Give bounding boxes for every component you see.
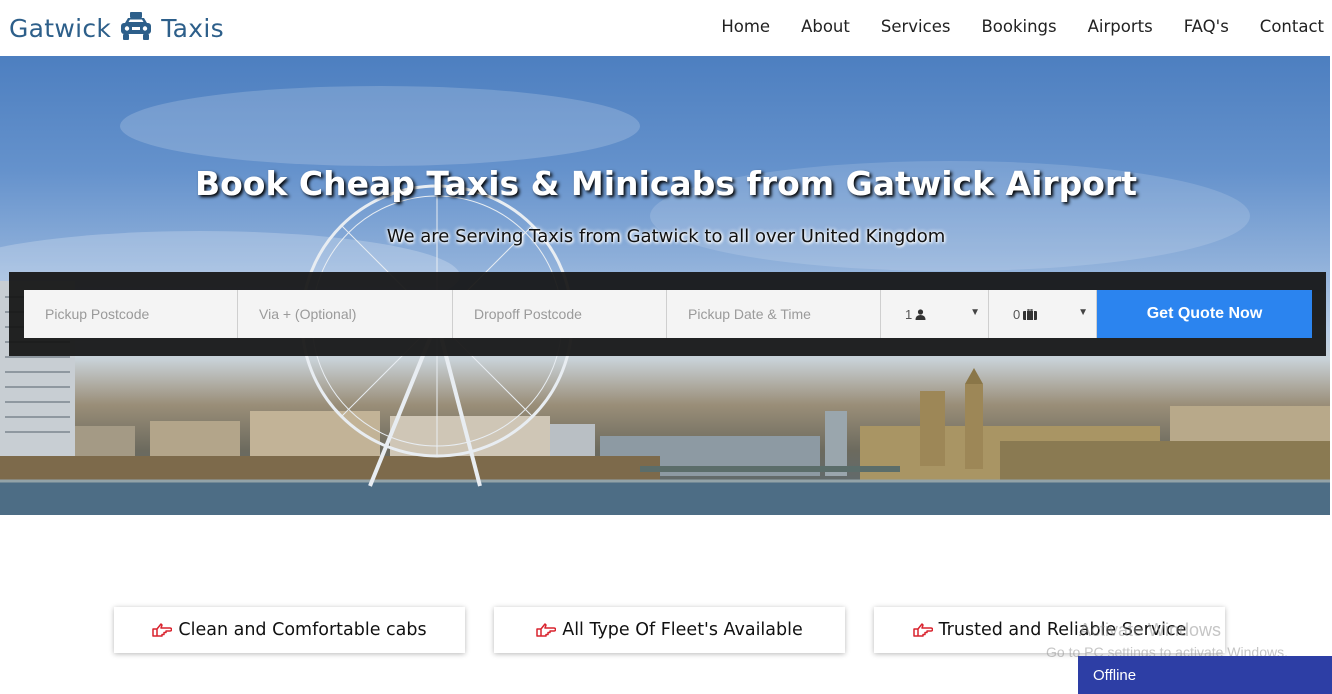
dropoff-postcode-input[interactable] xyxy=(453,290,666,338)
pickup-field-wrap xyxy=(24,290,238,338)
main-nav: Home About Services Bookings Airports FA… xyxy=(690,0,1324,52)
feature-label: Trusted and Reliable Service xyxy=(938,620,1187,640)
nav-bookings[interactable]: Bookings xyxy=(981,17,1056,36)
brand-logo[interactable]: Gatwick Taxis xyxy=(9,8,224,48)
taxi-icon xyxy=(121,12,152,40)
passengers-value: 1 xyxy=(905,306,913,322)
chevron-down-icon: ▼ xyxy=(970,307,980,318)
user-icon xyxy=(915,308,926,320)
chevron-down-icon: ▼ xyxy=(1078,307,1088,318)
brand-name-left: Gatwick xyxy=(9,13,112,43)
feature-label: All Type Of Fleet's Available xyxy=(562,620,803,640)
nav-home[interactable]: Home xyxy=(721,17,770,36)
datetime-field-wrap xyxy=(667,290,881,338)
feature-clean-cabs: Clean and Comfortable cabs xyxy=(114,607,465,653)
via-field-wrap xyxy=(238,290,453,338)
feature-fleet: All Type Of Fleet's Available xyxy=(494,607,845,653)
passengers-select[interactable]: 1 ▼ xyxy=(881,290,989,338)
suitcase-icon xyxy=(1023,308,1038,320)
pickup-datetime-input[interactable] xyxy=(667,290,880,338)
live-chat-widget[interactable]: Offline xyxy=(1078,656,1332,694)
nav-contact[interactable]: Contact xyxy=(1260,17,1324,36)
hand-point-right-icon xyxy=(152,622,173,638)
site-header: Gatwick Taxis Home About Services Bookin… xyxy=(0,0,1332,56)
quote-form: 1 ▼ 0 ▼ Get Quote Now xyxy=(9,272,1326,356)
via-input[interactable] xyxy=(238,290,452,338)
hero-banner: Book Cheap Taxis & Minicabs from Gatwick… xyxy=(0,56,1330,515)
pickup-postcode-input[interactable] xyxy=(24,290,237,338)
chat-status: Offline xyxy=(1093,667,1137,684)
nav-airports[interactable]: Airports xyxy=(1088,17,1153,36)
nav-faqs[interactable]: FAQ's xyxy=(1184,17,1229,36)
hand-point-right-icon xyxy=(912,622,933,638)
nav-about[interactable]: About xyxy=(801,17,850,36)
luggage-value: 0 xyxy=(1013,306,1021,322)
nav-services[interactable]: Services xyxy=(881,17,951,36)
get-quote-button[interactable]: Get Quote Now xyxy=(1097,290,1312,338)
hero-subtitle: We are Serving Taxis from Gatwick to all… xyxy=(386,226,946,247)
brand-name-right: Taxis xyxy=(161,13,224,43)
hand-point-right-icon xyxy=(536,622,557,638)
feature-trusted: Trusted and Reliable Service xyxy=(874,607,1225,653)
hero-title: Book Cheap Taxis & Minicabs from Gatwick… xyxy=(194,164,1138,203)
feature-label: Clean and Comfortable cabs xyxy=(178,620,427,640)
dropoff-field-wrap xyxy=(453,290,667,338)
luggage-select[interactable]: 0 ▼ xyxy=(989,290,1097,338)
